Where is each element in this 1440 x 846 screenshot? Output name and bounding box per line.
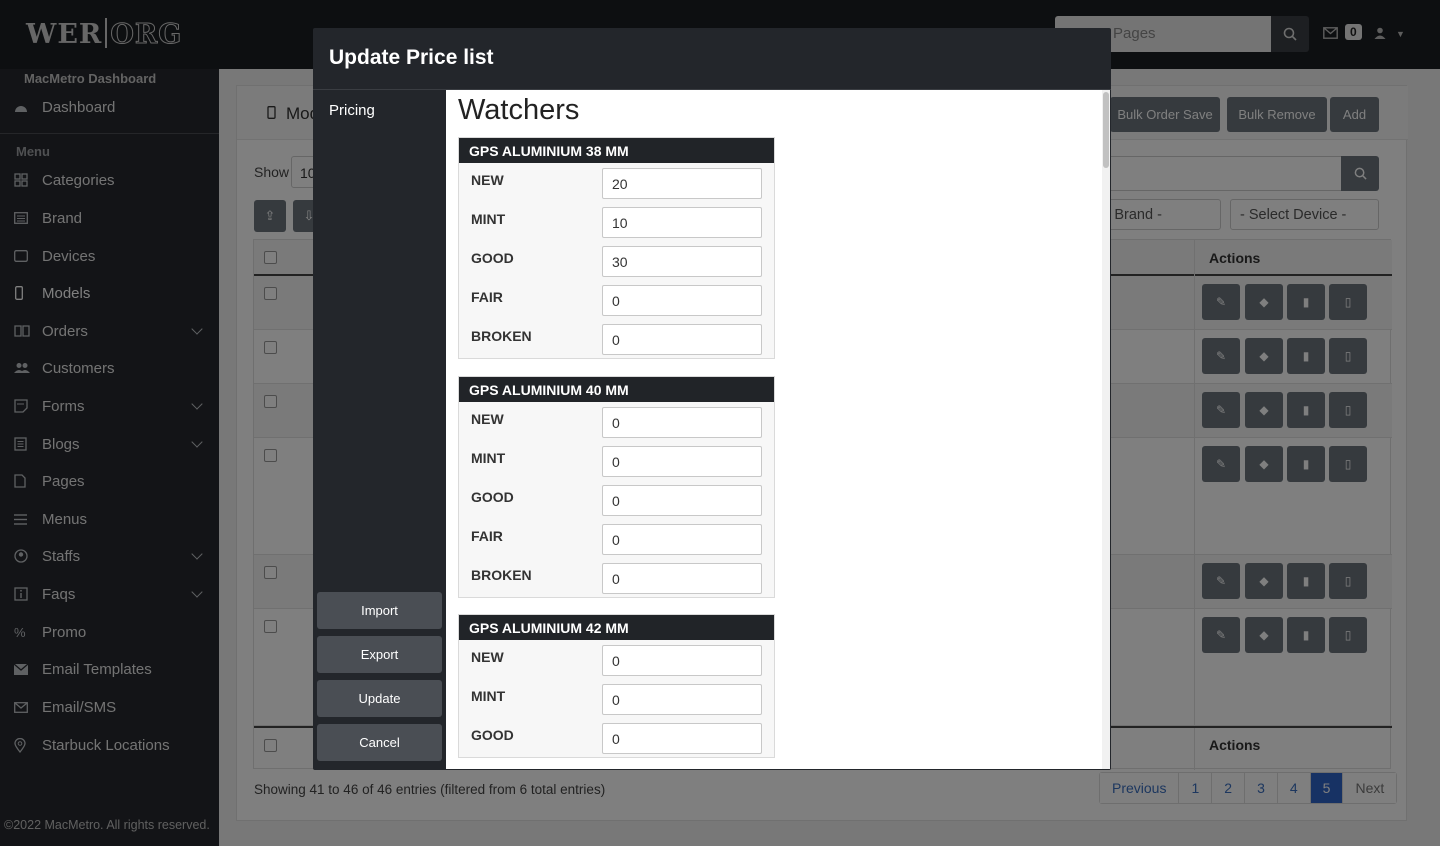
price-row: FAIR (459, 519, 774, 558)
condition-label: NEW (471, 649, 504, 665)
condition-label: BROKEN (471, 567, 532, 583)
price-input[interactable] (602, 563, 762, 594)
price-input[interactable] (602, 168, 762, 199)
modal-sidebar: Pricing Import Export Update Cancel (313, 90, 446, 770)
condition-label: BROKEN (471, 328, 532, 344)
price-row: NEW (459, 402, 774, 441)
price-input[interactable] (602, 285, 762, 316)
price-input[interactable] (602, 524, 762, 555)
price-row: FAIR (459, 280, 774, 319)
update-button[interactable]: Update (317, 680, 442, 717)
price-group-title: GPS ALUMINIUM 40 MM (459, 377, 774, 402)
price-input[interactable] (602, 684, 762, 715)
price-group: GPS ALUMINIUM 40 MM NEW MINT GOOD FAIR B… (458, 376, 775, 598)
condition-label: FAIR (471, 528, 503, 544)
price-row: BROKEN (459, 319, 774, 358)
price-row: GOOD (459, 718, 774, 757)
price-row: GOOD (459, 241, 774, 280)
price-group: GPS ALUMINIUM 42 MM NEW MINT GOOD (458, 614, 775, 758)
price-input[interactable] (602, 723, 762, 754)
condition-label: MINT (471, 450, 506, 466)
price-row: MINT (459, 679, 774, 718)
modal-title: Update Price list (329, 46, 494, 69)
price-input[interactable] (602, 324, 762, 355)
condition-label: NEW (471, 172, 504, 188)
cancel-button[interactable]: Cancel (317, 724, 442, 761)
export-button[interactable]: Export (317, 636, 442, 673)
price-row: GOOD (459, 480, 774, 519)
price-row: BROKEN (459, 558, 774, 597)
price-row: NEW (459, 163, 774, 202)
modal-header: Update Price list (313, 28, 1111, 90)
price-input[interactable] (602, 407, 762, 438)
price-input[interactable] (602, 485, 762, 516)
price-input[interactable] (602, 207, 762, 238)
price-input[interactable] (602, 645, 762, 676)
update-price-list-modal: Update Price list Pricing Import Export … (313, 28, 1111, 770)
price-input[interactable] (602, 446, 762, 477)
modal-body: Watchers GPS ALUMINIUM 38 MM NEW MINT GO… (446, 90, 1110, 769)
price-row: NEW (459, 640, 774, 679)
price-group: GPS ALUMINIUM 38 MM NEW MINT GOOD FAIR B… (458, 137, 775, 359)
section-title: Watchers (458, 94, 580, 126)
condition-label: MINT (471, 211, 506, 227)
import-button[interactable]: Import (317, 592, 442, 629)
scrollbar-thumb[interactable] (1103, 92, 1109, 168)
condition-label: GOOD (471, 489, 514, 505)
price-input[interactable] (602, 246, 762, 277)
tab-pricing[interactable]: Pricing (329, 102, 375, 119)
price-group-title: GPS ALUMINIUM 42 MM (459, 615, 774, 640)
price-group-title: GPS ALUMINIUM 38 MM (459, 138, 774, 163)
condition-label: NEW (471, 411, 504, 427)
price-row: MINT (459, 441, 774, 480)
condition-label: GOOD (471, 727, 514, 743)
price-row: MINT (459, 202, 774, 241)
condition-label: MINT (471, 688, 506, 704)
condition-label: GOOD (471, 250, 514, 266)
modal-scrollbar[interactable] (1102, 90, 1110, 769)
condition-label: FAIR (471, 289, 503, 305)
